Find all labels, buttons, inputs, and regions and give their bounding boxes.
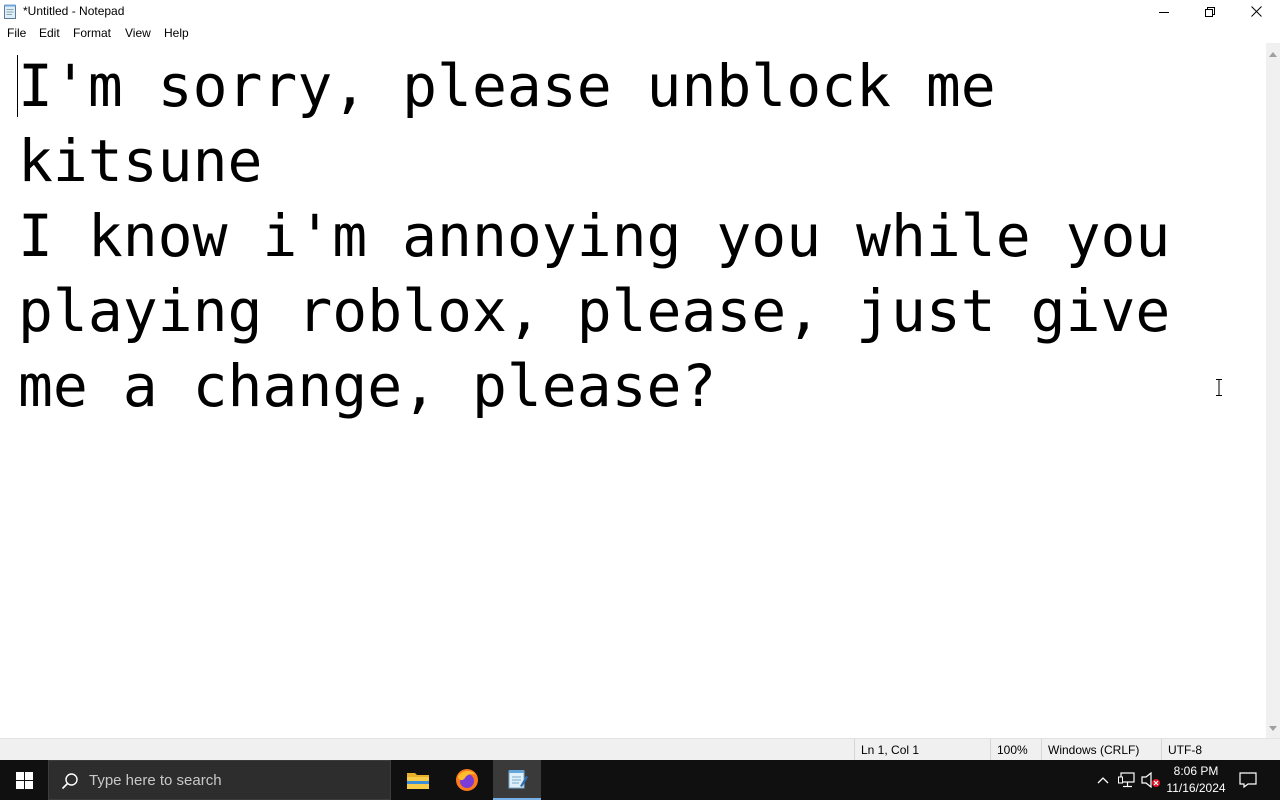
- text-editor[interactable]: I'm sorry, please unblock me kitsune I k…: [0, 43, 1266, 738]
- scroll-down-arrow-icon[interactable]: [1269, 726, 1277, 731]
- chevron-up-icon: [1097, 777, 1109, 784]
- action-center-button[interactable]: [1238, 772, 1258, 788]
- taskbar-file-explorer[interactable]: [394, 760, 442, 800]
- minimize-icon: [1159, 11, 1169, 13]
- ibeam-cursor-icon: [1216, 379, 1222, 396]
- notification-icon: [1239, 772, 1257, 788]
- status-bar: Ln 1, Col 1 100% Windows (CRLF) UTF-8: [0, 738, 1280, 761]
- status-line-ending: Windows (CRLF): [1041, 739, 1161, 761]
- scroll-up-arrow-icon[interactable]: [1269, 52, 1277, 57]
- volume-muted-icon: [1141, 772, 1160, 788]
- folder-icon: [407, 773, 429, 789]
- restore-icon: [1205, 6, 1215, 17]
- title-bar: *Untitled - Notepad: [0, 0, 1280, 23]
- search-icon: [61, 773, 78, 790]
- windows-logo-icon: [15, 771, 33, 789]
- close-button[interactable]: [1233, 0, 1279, 23]
- system-clock[interactable]: 8:06 PM 11/16/2024: [1160, 763, 1232, 797]
- editor-content[interactable]: I'm sorry, please unblock me kitsune I k…: [18, 49, 1258, 424]
- restore-button[interactable]: [1187, 0, 1233, 23]
- volume-tray-button[interactable]: [1140, 772, 1162, 788]
- network-tray-button[interactable]: [1117, 772, 1137, 788]
- notepad-app-icon[interactable]: [4, 4, 17, 19]
- menu-format[interactable]: Format: [73, 26, 111, 40]
- vertical-scrollbar[interactable]: [1266, 43, 1280, 738]
- menu-view[interactable]: View: [125, 26, 151, 40]
- minimize-button[interactable]: [1141, 0, 1187, 23]
- status-cursor-position: Ln 1, Col 1: [854, 739, 990, 761]
- taskbar: Type here to search 8:06 PM 11/16/2024: [0, 760, 1280, 800]
- firefox-icon: [456, 769, 478, 791]
- menu-help[interactable]: Help: [164, 26, 189, 40]
- start-button[interactable]: [0, 760, 48, 800]
- text-caret: [17, 55, 18, 117]
- menu-file[interactable]: File: [7, 26, 26, 40]
- taskbar-firefox[interactable]: [443, 760, 491, 800]
- taskbar-notepad[interactable]: [493, 760, 541, 800]
- notepad-icon: [508, 770, 528, 789]
- menu-edit[interactable]: Edit: [39, 26, 60, 40]
- clock-date: 11/16/2024: [1166, 781, 1226, 795]
- search-placeholder: Type here to search: [89, 772, 222, 789]
- window-title: *Untitled - Notepad: [23, 4, 125, 18]
- network-icon: [1118, 772, 1135, 788]
- close-icon: [1250, 6, 1262, 17]
- status-encoding: UTF-8: [1161, 739, 1266, 761]
- show-hidden-icons-button[interactable]: [1095, 772, 1111, 788]
- menu-bar: File Edit Format View Help: [0, 23, 1280, 43]
- taskbar-search-box[interactable]: Type here to search: [48, 760, 391, 800]
- clock-time: 8:06 PM: [1173, 764, 1219, 778]
- status-zoom: 100%: [990, 739, 1041, 761]
